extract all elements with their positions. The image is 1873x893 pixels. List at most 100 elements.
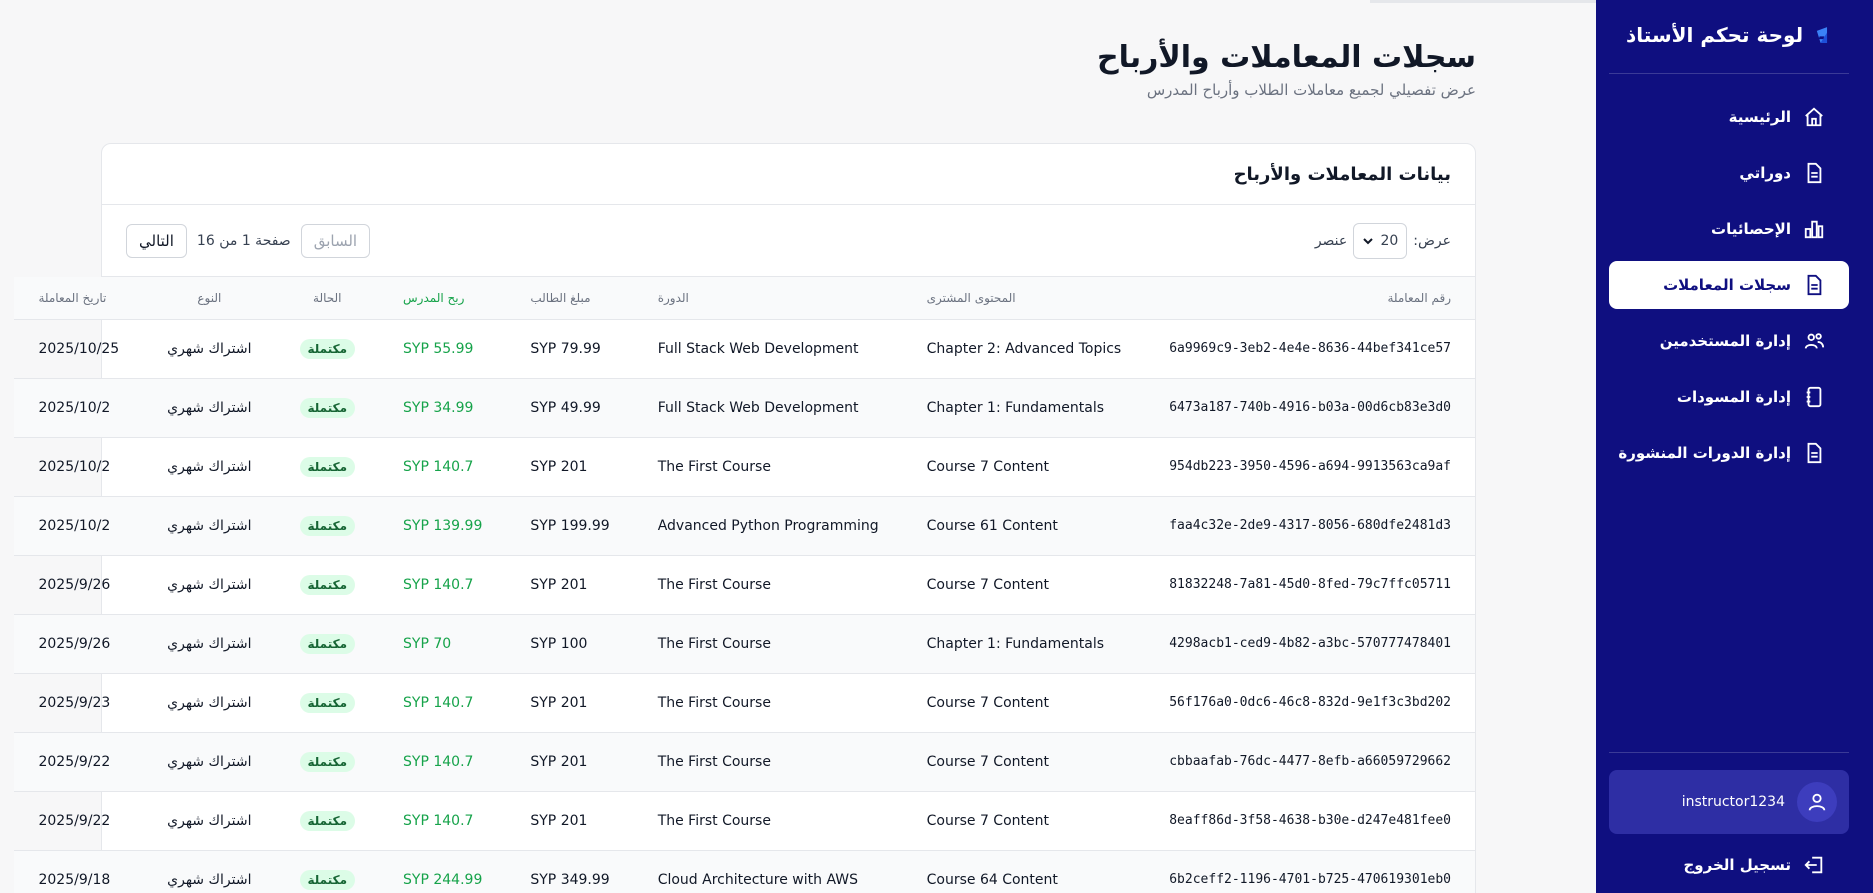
cell-transaction-id: 8eaff86d-3f58-4638-b30e-d247e481fee0 (1145, 791, 1475, 851)
cell-date: 2025/9/22 (14, 732, 144, 792)
bar-chart-icon (1804, 220, 1824, 239)
brand[interactable]: لوحة تحكم الأستاذ (1626, 14, 1829, 56)
cell-content: Course 7 Content (902, 673, 1146, 733)
header-status: الحالة (275, 277, 380, 320)
cell-status: مكتملة (275, 555, 380, 615)
cell-course: The First Course (633, 673, 903, 733)
cell-type: اشتراك شهري (143, 496, 276, 556)
page-header: سجلات المعاملات والأرباح عرض تفصيلي لجمي… (1097, 40, 1476, 99)
table-row[interactable]: 6473a187-740b-4916-b03a-00d6cb83e3d0 Chap… (14, 378, 1475, 438)
cell-transaction-id: 56f176a0-0dc6-46c8-832d-9e1f3c3bd202 (1145, 673, 1475, 733)
status-badge: مكتملة (299, 515, 356, 536)
sidebar-item-label: الإحصائيات (1711, 220, 1791, 238)
prev-page-button[interactable]: السابق (300, 223, 371, 258)
transactions-table: رقم المعاملة المحتوى المشترى الدورة مبلغ… (14, 277, 1475, 893)
notebook-icon (1806, 386, 1822, 408)
home-icon (1805, 107, 1823, 127)
card-title: بيانات المعاملات والأرباح (102, 144, 1475, 205)
cell-course: The First Course (633, 614, 903, 674)
cell-amount: SYP 201 (506, 732, 634, 792)
cell-date: 2025/9/23 (14, 673, 144, 733)
cell-type: اشتراك شهري (143, 791, 276, 851)
cell-content: Chapter 1: Fundamentals (902, 614, 1146, 674)
logout-button[interactable]: تسجيل الخروج (1609, 848, 1849, 882)
cell-transaction-id: faa4c32e-2de9-4317-8056-680dfe2481d3 (1145, 496, 1475, 556)
sidebar-item-users[interactable]: إدارة المستخدمين (1609, 317, 1849, 365)
cell-content: Chapter 1: Fundamentals (902, 378, 1146, 438)
pagination: التالي صفحة 1 من 16 السابق (126, 223, 371, 258)
cell-type: اشتراك شهري (143, 732, 276, 792)
table-row[interactable]: faa4c32e-2de9-4317-8056-680dfe2481d3 Cour… (14, 496, 1475, 556)
cell-course: The First Course (633, 732, 903, 792)
cell-profit: SYP 140.7 (379, 437, 507, 497)
sidebar-item-home[interactable]: الرئيسية (1609, 93, 1849, 141)
table-row[interactable]: 6b2ceff2-1196-4701-b725-470619301eb0 Cour… (14, 850, 1475, 893)
cell-amount: SYP 349.99 (506, 850, 634, 893)
avatar (1797, 782, 1837, 822)
cell-profit: SYP 55.99 (379, 319, 507, 379)
status-badge: مكتملة (299, 810, 356, 831)
table-row[interactable]: 954db223-3950-4596-a694-9913563ca9af Cour… (14, 437, 1475, 497)
header-date: تاريخ المعاملة (14, 277, 144, 320)
users-icon (1804, 333, 1825, 349)
status-badge: مكتملة (299, 338, 356, 359)
header-profit: ربح المدرس (379, 277, 507, 320)
cell-transaction-id: 6473a187-740b-4916-b03a-00d6cb83e3d0 (1145, 378, 1475, 438)
header-amount: مبلغ الطالب (506, 277, 634, 320)
sidebar-nav: الرئيسية دوراتي الإحصائيات سجلات المعامل… (1609, 93, 1849, 485)
cell-date: 2025/9/22 (14, 791, 144, 851)
status-badge: مكتملة (299, 633, 356, 654)
page-subtitle: عرض تفصيلي لجميع معاملات الطلاب وأرباح ا… (1146, 81, 1476, 99)
cell-profit: SYP 140.7 (379, 673, 507, 733)
header-type: النوع (143, 277, 276, 320)
cell-status: مكتملة (275, 850, 380, 893)
cell-amount: SYP 79.99 (506, 319, 634, 379)
table-row[interactable]: 81832248-7a81-45d0-8fed-79c7ffc05711 Cour… (14, 555, 1475, 615)
header-course: الدورة (633, 277, 903, 320)
next-page-button[interactable]: التالي (126, 223, 187, 258)
sidebar-item-transactions[interactable]: سجلات المعاملات (1609, 261, 1849, 309)
cell-type: اشتراك شهري (143, 437, 276, 497)
items-label: عنصر (1314, 232, 1348, 249)
status-badge: مكتملة (299, 397, 356, 418)
sidebar-item-statistics[interactable]: الإحصائيات (1609, 205, 1849, 253)
cell-transaction-id: 6a9969c9-3eb2-4e4e-8636-44bef341ce57 (1145, 319, 1475, 379)
cell-profit: SYP 244.99 (379, 850, 507, 893)
page-size-control: عرض: 20 عنصر (1314, 222, 1451, 259)
cell-amount: SYP 201 (506, 791, 634, 851)
table-row[interactable]: cbbaafab-76dc-4477-8efb-a66059729662 Cour… (14, 732, 1475, 792)
table-row[interactable]: 4298acb1-ced9-4b82-a3bc-570777478401 Chap… (14, 614, 1475, 674)
cell-status: مكتملة (275, 319, 380, 379)
cell-status: مكتملة (275, 791, 380, 851)
cell-content: Course 61 Content (902, 496, 1146, 556)
cell-status: مكتملة (275, 437, 380, 497)
status-badge: مكتملة (299, 869, 356, 890)
header-content: المحتوى المشترى (902, 277, 1146, 320)
brand-title: لوحة تحكم الأستاذ (1626, 23, 1804, 47)
cell-course: Cloud Architecture with AWS (633, 850, 903, 893)
sidebar-item-label: إدارة الدورات المنشورة (1618, 444, 1791, 462)
sidebar-item-label: سجلات المعاملات (1663, 276, 1791, 294)
cell-type: اشتراك شهري (143, 614, 276, 674)
sidebar-item-my-courses[interactable]: دوراتي (1609, 149, 1849, 197)
table-row[interactable]: 56f176a0-0dc6-46c8-832d-9e1f3c3bd202 Cour… (14, 673, 1475, 733)
status-badge: مكتملة (299, 456, 356, 477)
sidebar-divider (1609, 73, 1849, 74)
user-card[interactable]: instructor1234 (1609, 770, 1849, 834)
sidebar-item-drafts[interactable]: إدارة المسودات (1609, 373, 1849, 421)
table-row[interactable]: 6a9969c9-3eb2-4e4e-8636-44bef341ce57 Chap… (14, 319, 1475, 379)
cell-date: 2025/9/26 (14, 555, 144, 615)
logo-icon (1816, 27, 1828, 43)
sidebar-item-published[interactable]: إدارة الدورات المنشورة (1609, 429, 1849, 477)
user-icon (1808, 793, 1826, 811)
cell-date: 2025/10/2 (14, 378, 144, 438)
cell-transaction-id: 954db223-3950-4596-a694-9913563ca9af (1145, 437, 1475, 497)
table-row[interactable]: 8eaff86d-3f58-4638-b30e-d247e481fee0 Cour… (14, 791, 1475, 851)
page-size-select[interactable]: 20 (1353, 222, 1408, 259)
cell-amount: SYP 201 (506, 437, 634, 497)
page-title: سجلات المعاملات والأرباح (1097, 40, 1476, 75)
cell-type: اشتراك شهري (143, 319, 276, 379)
table-header-row: رقم المعاملة المحتوى المشترى الدورة مبلغ… (14, 277, 1475, 320)
cell-transaction-id: cbbaafab-76dc-4477-8efb-a66059729662 (1145, 732, 1475, 792)
logout-icon (1804, 856, 1823, 874)
